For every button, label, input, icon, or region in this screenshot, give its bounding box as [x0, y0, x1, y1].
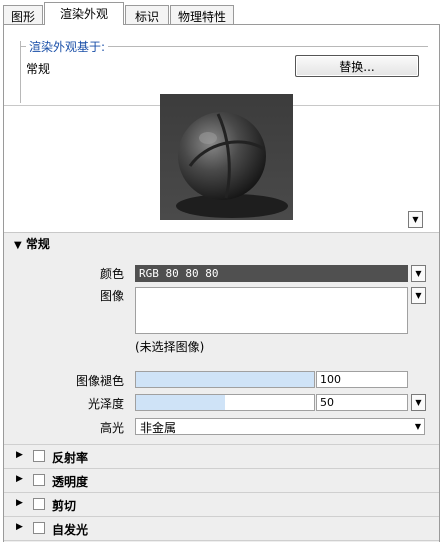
color-dropdown[interactable]: ▼: [411, 265, 426, 282]
appearance-group-title: 渲染外观基于:: [26, 38, 109, 55]
color-label: 颜色: [99, 267, 124, 281]
tab-graphics[interactable]: 图形: [3, 5, 43, 24]
preview-options-dropdown[interactable]: ▼: [408, 211, 423, 228]
highlight-value: 非金属: [140, 421, 177, 435]
image-fade-slider[interactable]: [135, 371, 315, 388]
tab-identity[interactable]: 标识: [125, 5, 169, 24]
section-cutout[interactable]: ▶ 剪切: [4, 492, 439, 516]
image-fade-input[interactable]: 100: [316, 371, 408, 388]
render-appearance-panel: 渲染外观基于: 常规 替换... ▼ ▼ 常规 颜色 RGB 80 80 80 …: [3, 24, 440, 542]
reflectivity-checkbox[interactable]: [33, 450, 45, 462]
collapsed-triangle-icon: ▶: [16, 474, 23, 484]
collapsed-triangle-icon: ▶: [16, 522, 23, 532]
replace-button[interactable]: 替换...: [295, 55, 419, 77]
material-preview: [160, 94, 293, 220]
gloss-label: 光泽度: [87, 397, 124, 411]
collapsed-triangle-icon: ▶: [16, 450, 23, 460]
color-field[interactable]: RGB 80 80 80: [135, 265, 408, 282]
gloss-input[interactable]: 50: [316, 394, 408, 411]
image-fade-slider-fill: [136, 372, 314, 387]
image-dropdown[interactable]: ▼: [411, 287, 426, 304]
divider: [4, 232, 439, 233]
section-bump[interactable]: ▶ 凹凸: [4, 540, 439, 546]
transparency-checkbox[interactable]: [33, 474, 45, 486]
image-fade-label: 图像褪色: [75, 374, 124, 388]
image-field[interactable]: [135, 287, 408, 334]
sphere-preview-icon: [160, 94, 293, 220]
tab-physical-properties[interactable]: 物理特性: [170, 5, 234, 24]
section-label: 透明度: [52, 475, 89, 489]
tab-bar: 图形 渲染外观 标识 物理特性: [0, 0, 443, 25]
self-illumination-checkbox[interactable]: [33, 522, 45, 534]
section-reflectivity[interactable]: ▶ 反射率: [4, 444, 439, 468]
gloss-slider[interactable]: [135, 394, 315, 411]
gloss-dropdown[interactable]: ▼: [411, 394, 426, 411]
general-section-label: 常规: [25, 237, 50, 251]
expanded-triangle-icon: ▼: [14, 240, 22, 251]
section-label: 自发光: [52, 523, 89, 537]
image-label: 图像: [99, 289, 124, 303]
current-appearance: 常规: [26, 62, 51, 76]
properties-area: ▼ 常规 颜色 RGB 80 80 80 ▼ 图像 ▼ (未选择图像) 图像褪色…: [4, 232, 439, 542]
section-transparency[interactable]: ▶ 透明度: [4, 468, 439, 492]
tab-render-appearance[interactable]: 渲染外观: [44, 2, 124, 25]
gloss-slider-fill: [136, 395, 225, 410]
collapsed-triangle-icon: ▶: [16, 498, 23, 508]
cutout-checkbox[interactable]: [33, 498, 45, 510]
highlight-label: 高光: [99, 421, 124, 435]
section-label: 剪切: [52, 499, 77, 513]
chevron-down-icon: ▼: [414, 422, 421, 431]
no-image-text: (未选择图像): [135, 340, 205, 354]
general-section-header[interactable]: ▼ 常规: [14, 235, 50, 252]
section-self-illumination[interactable]: ▶ 自发光: [4, 516, 439, 540]
highlight-select[interactable]: 非金属 ▼: [135, 418, 425, 435]
section-label: 反射率: [52, 451, 89, 465]
